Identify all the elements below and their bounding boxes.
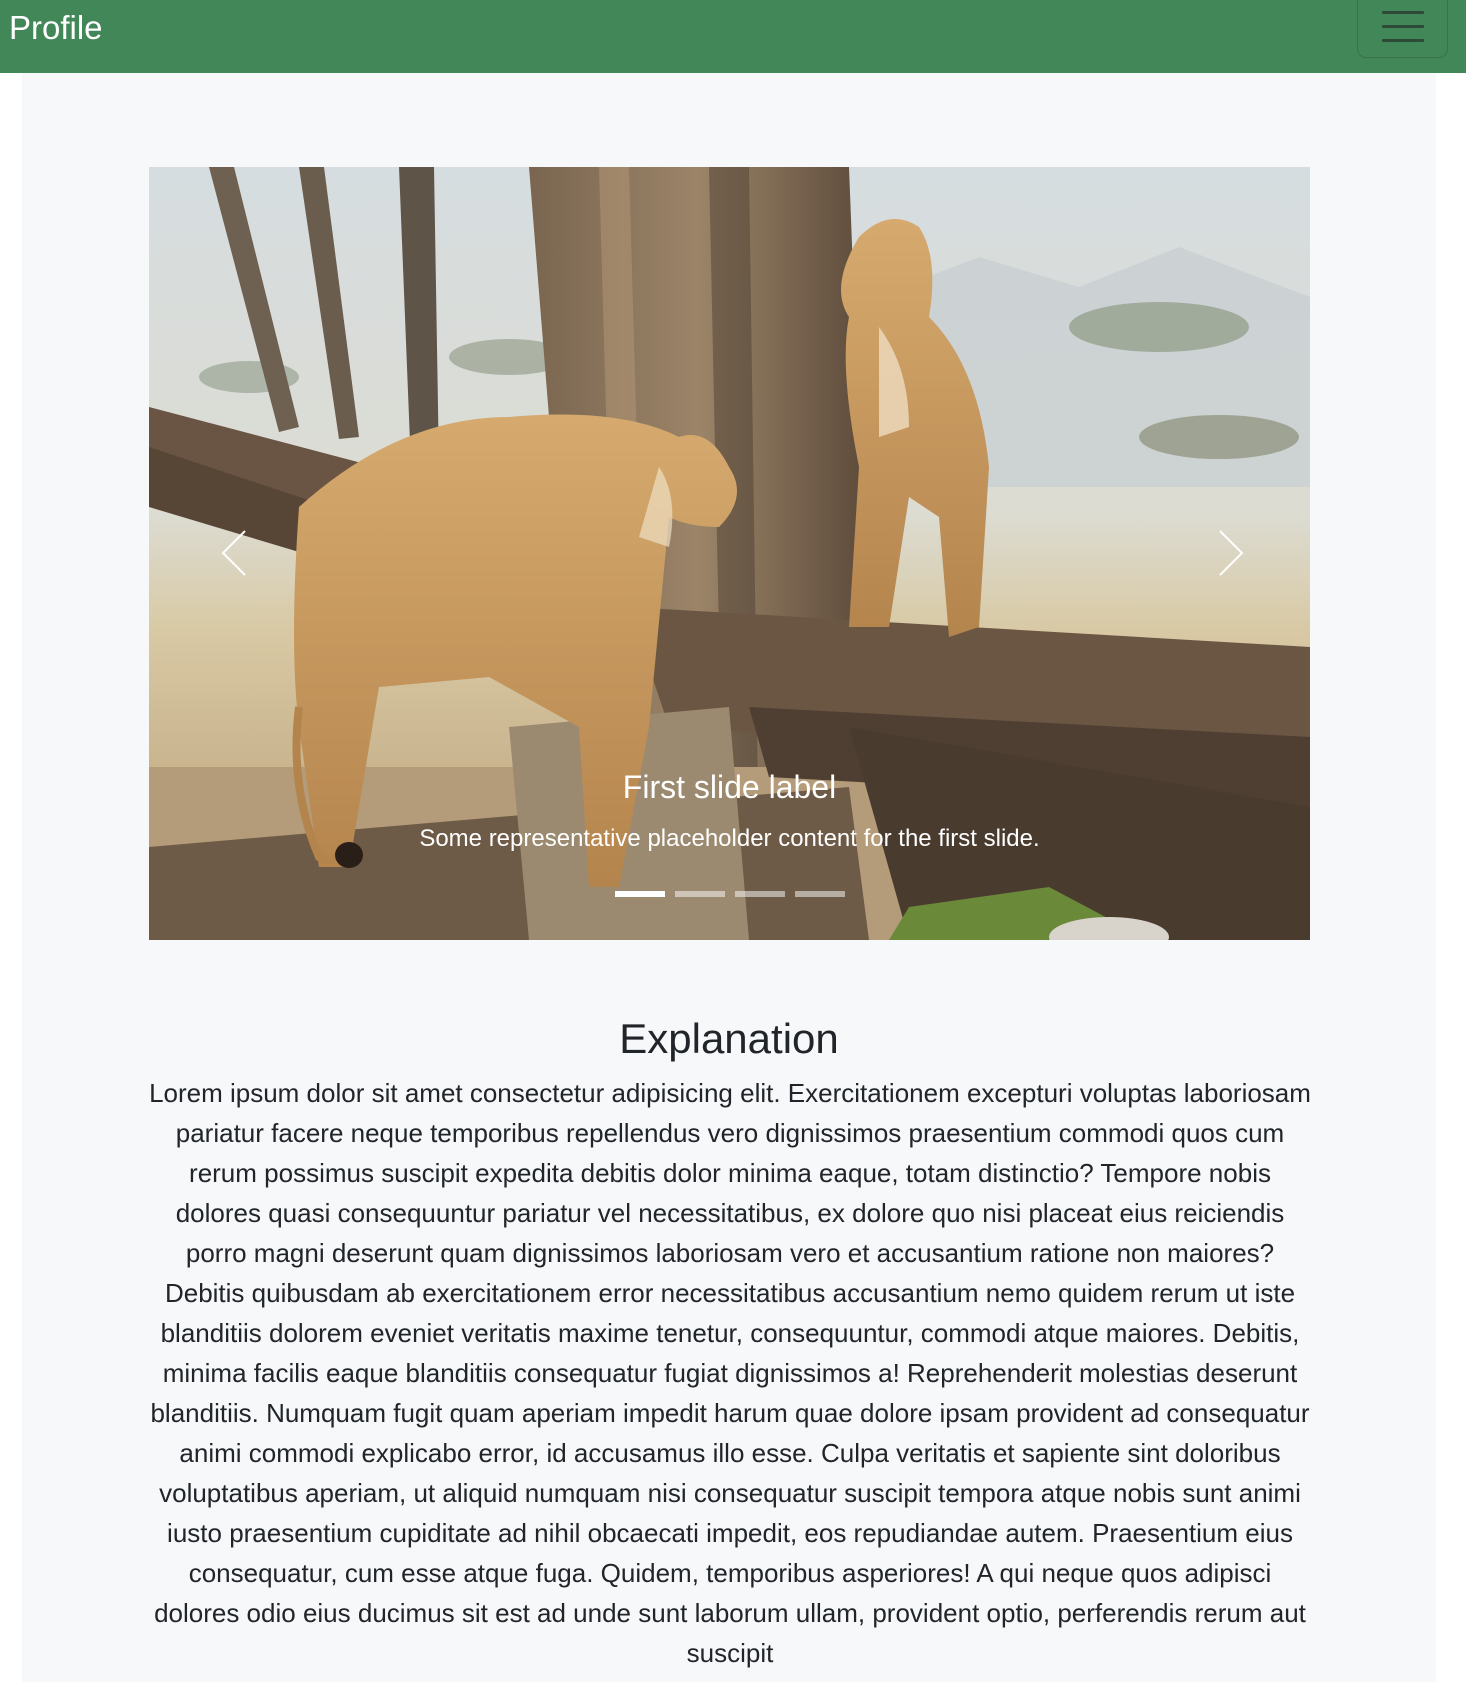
navbar-brand[interactable]: Profile (9, 8, 103, 48)
carousel-indicator-4[interactable] (795, 891, 845, 897)
navbar-toggler-button[interactable] (1357, 0, 1448, 58)
carousel-caption-text: Some representative placeholder content … (419, 825, 1040, 852)
image-carousel: First slide label Some representative pl… (149, 167, 1310, 940)
section-title: Explanation (619, 1015, 839, 1062)
main-content: First slide label Some representative pl… (22, 73, 1436, 1682)
carousel-indicators (615, 891, 847, 897)
carousel-indicator-2[interactable] (675, 891, 725, 897)
chevron-right-icon (1219, 530, 1244, 576)
carousel-caption-title: First slide label (622, 769, 837, 805)
carousel-indicator-1[interactable] (615, 891, 665, 897)
carousel-indicator-3[interactable] (735, 891, 785, 897)
navbar: Profile (0, 0, 1466, 73)
chevron-left-icon (221, 530, 246, 576)
section-body-text: Lorem ipsum dolor sit amet consectetur a… (149, 1078, 1311, 1668)
